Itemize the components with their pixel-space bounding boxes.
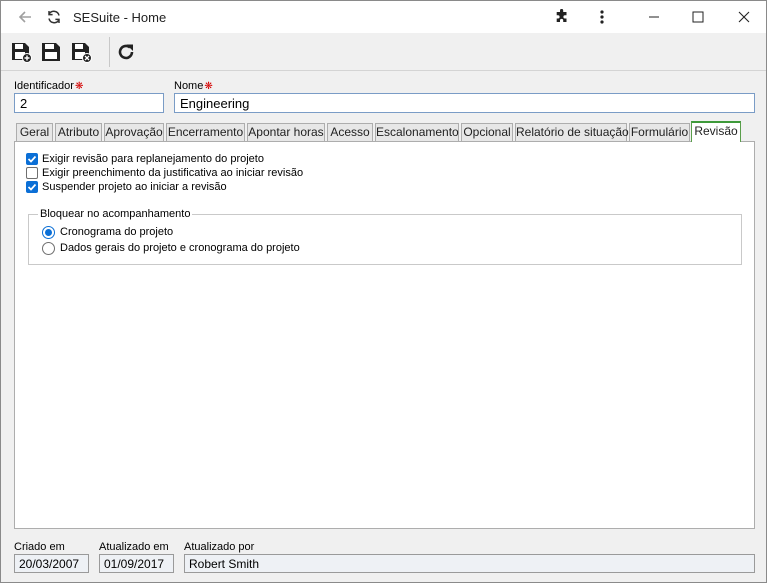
tab-opcional[interactable]: Opcional (461, 123, 513, 141)
maximize-icon[interactable] (681, 1, 715, 33)
window-title: SESuite - Home (73, 10, 167, 25)
app-window: SESuite - Home Identificador❋ 2 Nome❋ En… (0, 0, 767, 583)
atualizado-por-field: Robert Smith (184, 554, 755, 573)
atualizado-label: Atualizado em (99, 541, 169, 553)
checkbox-label: Exigir revisão para replanejamento do pr… (42, 153, 264, 165)
nome-label: Nome❋ (174, 80, 213, 92)
nome-label-text: Nome (174, 80, 204, 92)
back-icon[interactable] (11, 1, 39, 33)
save-close-icon (72, 43, 92, 63)
radio-dados-gerais[interactable]: Dados gerais do projeto e cronograma do … (42, 241, 300, 255)
radio-cronograma[interactable]: Cronograma do projeto (42, 225, 173, 239)
radio-label: Cronograma do projeto (60, 226, 174, 238)
extension-icon[interactable] (549, 1, 575, 33)
checkbox-checked-icon[interactable] (26, 153, 38, 165)
radio-label: Dados gerais do projeto e cronograma do … (60, 242, 300, 254)
required-icon: ❋ (204, 81, 213, 92)
radio-selected-icon[interactable] (42, 225, 55, 239)
checkbox-label: Exigir preenchimento da justificativa ao… (42, 167, 304, 179)
tab-acesso[interactable]: Acesso (327, 123, 373, 141)
reload-icon[interactable] (41, 1, 67, 33)
more-menu-icon[interactable] (589, 1, 615, 33)
close-icon[interactable] (727, 1, 761, 33)
checkbox-unchecked-icon[interactable] (26, 167, 38, 179)
tab-formulario[interactable]: Formulário (629, 123, 690, 141)
save-icon (42, 43, 60, 61)
bloquear-group: Bloquear no acompanhamento Cronograma do… (28, 208, 742, 265)
tab-relatorio-de-situacao[interactable]: Relatório de situação (515, 123, 629, 141)
checkbox-label: Suspender projeto ao iniciar a revisão (42, 181, 227, 193)
checkbox-checked-icon[interactable] (26, 181, 38, 193)
refresh-button[interactable] (113, 39, 139, 65)
refresh-icon (118, 44, 134, 60)
nome-input[interactable]: Engineering (174, 93, 755, 113)
title-bar: SESuite - Home (1, 1, 766, 33)
tab-aprovacao[interactable]: Aprovação (104, 123, 164, 141)
checkbox-suspender-projeto[interactable]: Suspender projeto ao iniciar a revisão (26, 180, 227, 194)
tab-geral[interactable]: Geral (16, 123, 53, 141)
checkbox-exigir-justificativa[interactable]: Exigir preenchimento da justificativa ao… (26, 166, 303, 180)
identificador-label-text: Identificador (14, 80, 74, 92)
checkbox-exigir-revisao[interactable]: Exigir revisão para replanejamento do pr… (26, 152, 264, 166)
save-new-icon (12, 43, 32, 63)
identificador-input[interactable]: 2 (14, 93, 164, 113)
required-icon: ❋ (74, 81, 84, 92)
criado-field: 20/03/2007 (14, 554, 89, 573)
minimize-icon[interactable] (637, 1, 671, 33)
atualizado-por-label: Atualizado por (184, 541, 255, 553)
tab-atributo[interactable]: Atributo (55, 123, 102, 141)
atualizado-field: 01/09/2017 (99, 554, 174, 573)
tab-revisao[interactable]: Revisão (691, 121, 741, 142)
criado-label: Criado em (14, 541, 65, 553)
toolbar (1, 33, 766, 71)
identificador-label: Identificador❋ (14, 80, 83, 92)
tab-apontar-horas[interactable]: Apontar horas (247, 123, 325, 141)
tab-encerramento[interactable]: Encerramento (166, 123, 245, 141)
save-button[interactable] (38, 39, 64, 65)
save-new-button[interactable] (8, 39, 34, 65)
group-title: Bloquear no acompanhamento (38, 208, 193, 220)
toolbar-separator (109, 37, 110, 67)
save-close-button[interactable] (68, 39, 94, 65)
tab-escalonamento[interactable]: Escalonamento (375, 123, 459, 141)
revisao-panel: Exigir revisão para replanejamento do pr… (14, 141, 755, 529)
radio-unselected-icon[interactable] (42, 241, 55, 255)
